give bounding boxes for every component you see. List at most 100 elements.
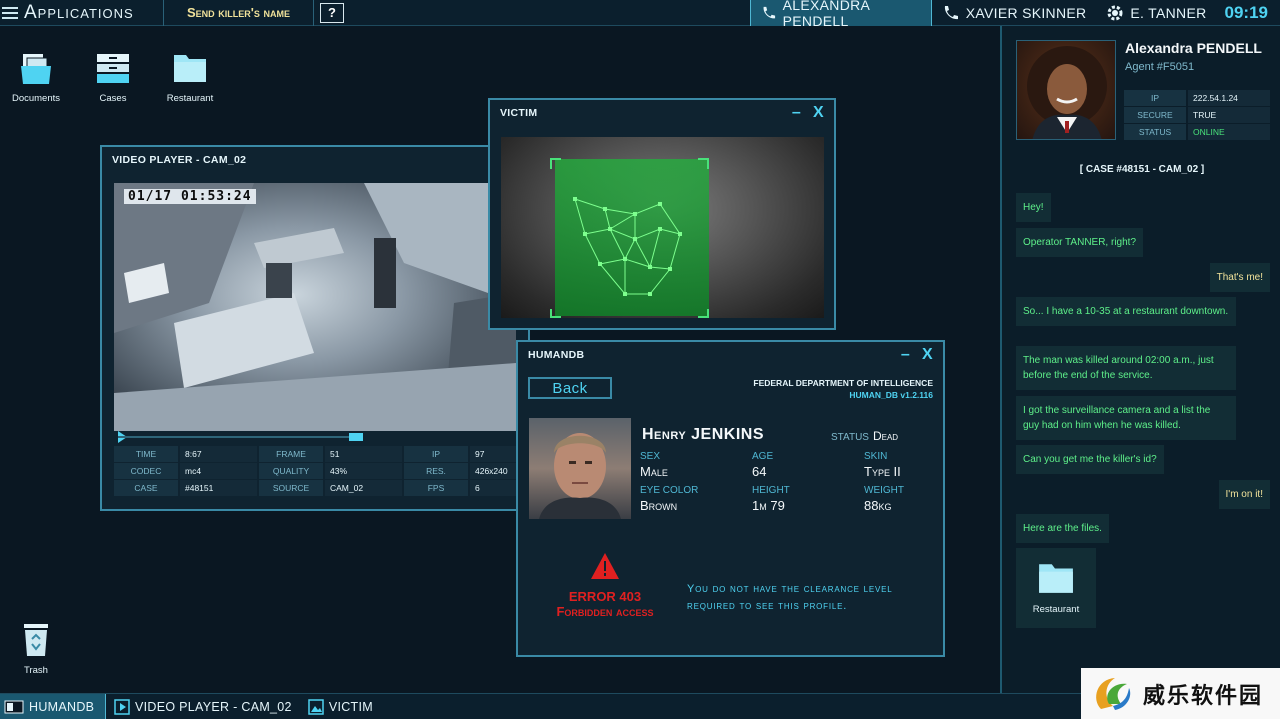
task-humandb[interactable]: HUMANDB [0,693,106,719]
phone-icon [763,6,775,19]
humandb-window[interactable]: HUMANDB – X Back FEDERAL DEPARTMENT OF I… [516,340,945,657]
agency-header: FEDERAL DEPARTMENT OF INTELLIGENCE HUMAN… [753,378,933,400]
field-eye-color: EYE COLOR Brown [640,485,698,513]
window-titlebar[interactable]: VIDEO PLAYER - CAM_02 [102,147,528,173]
person-name: Henry JENKINS [642,426,765,443]
window-title: HUMANDB [528,349,585,361]
chat-message: Hey! [1016,193,1051,222]
field-value: Brown [640,498,678,513]
clock: 09:19 [1224,3,1268,22]
person-photo [529,418,631,519]
cases-icon [97,54,129,83]
back-button[interactable]: Back [528,377,612,399]
contact-alexandra-pendell[interactable]: ALEXANDRA PENDELL [749,0,932,29]
help-button[interactable]: ? [320,2,344,23]
contact-xavier-skinner[interactable]: XAVIER SKINNER [932,0,1097,26]
field-value: 1m 79 [752,498,785,513]
status-value: Dead [872,429,899,443]
victim-photo [501,137,824,318]
field-key: WEIGHT [864,485,904,496]
info-key: STATUS [1124,124,1186,140]
error-code: ERROR 403 [568,589,642,604]
video-timestamp: 01/17 01:53:24 [124,189,256,204]
desktop-icon-label: Trash [24,665,48,676]
desktop-icon-label: Cases [99,93,127,104]
desktop-icon-cases[interactable]: Cases [78,50,148,104]
agent-avatar [1016,40,1116,140]
victim-window[interactable]: VICTIM – X [488,98,836,330]
task-label: VIDEO PLAYER - CAM_02 [135,699,292,714]
desktop-icon-restaurant[interactable]: Restaurant [155,50,225,104]
contact-name: ALEXANDRA PENDELL [782,0,870,29]
minimize-button[interactable]: – [901,346,910,364]
meta-key: CODEC [114,463,178,479]
agent-info-grid: IP 222.54.1.24 SECURE TRUE STATUS ONLINE [1124,90,1270,140]
meta-key: IP [404,446,468,462]
task-label: HUMANDB [29,699,95,714]
window-title: VICTIM [500,107,538,119]
field-skin: SKIN Type II [864,451,901,479]
cctv-video-frame[interactable]: 01/17 01:53:24 [114,183,516,431]
field-key: HEIGHT [752,485,790,496]
video-player-window[interactable]: VIDEO PLAYER - CAM_02 01/17 01:53:24 TIM… [100,145,547,511]
humandb-icon [4,700,24,713]
field-value: Type II [864,464,901,479]
clearance-message: You do not have the clearance level requ… [687,581,893,615]
hamburger-icon [2,6,18,19]
video-progress-handle[interactable] [349,433,364,441]
minimize-button[interactable]: – [792,104,801,122]
applications-menu-button[interactable]: Applications [0,0,164,26]
error-block: ERROR 403 Forbidden access [540,552,670,619]
info-value: 222.54.1.24 [1188,90,1270,106]
meta-key: RES. [404,463,468,479]
task-label: VICTIM [328,699,373,714]
window-titlebar[interactable]: VICTIM – X [490,100,834,126]
close-button[interactable]: X [922,346,933,364]
folder-icon [174,55,206,82]
info-key: SECURE [1124,107,1186,123]
meta-value: 43% [325,463,402,479]
video-progress-track[interactable] [118,436,354,438]
database-version: HUMAN_DB v1.2.116 [849,390,933,400]
info-value: TRUE [1188,107,1270,123]
chat-message: The man was killed around 02:00 a.m., ju… [1016,346,1236,390]
chat-file-restaurant[interactable]: Restaurant [1016,548,1096,628]
video-metadata-grid: TIME 8:67 FRAME 51 IP 97 CODEC mc4 QUALI… [114,446,547,496]
chat-message: Operator TANNER, right? [1016,228,1144,257]
meta-key: QUALITY [259,463,323,479]
field-value: Male [640,464,668,479]
field-age: AGE 64 [752,451,773,479]
close-button[interactable]: X [813,104,824,122]
contact-name: XAVIER SKINNER [965,5,1087,21]
watermark: 威乐软件园 [1081,668,1280,719]
desktop-icon-documents[interactable]: Documents [1,50,71,104]
chat-message: Can you get me the killer's id? [1016,445,1164,474]
chat-panel: Alexandra PENDELL Agent #F5051 IP 222.54… [1000,26,1280,693]
contact-e-tanner[interactable]: E. TANNER [1096,0,1216,26]
folder-icon [1039,564,1073,593]
file-label: Restaurant [1032,604,1080,615]
person-status: STATUS Dead [831,429,898,443]
field-value: 88kg [864,498,892,513]
trash-icon [24,624,48,656]
cctv-scene [114,183,516,431]
applications-label: Applications [24,1,134,23]
portrait [539,433,621,519]
window-titlebar[interactable]: HUMANDB – X [518,342,943,368]
gear-icon [1107,5,1123,21]
task-victim[interactable]: VICTIM [300,694,381,719]
field-height: HEIGHT 1m 79 [752,485,790,513]
contacts-bar: ALEXANDRA PENDELL XAVIER SKINNER E. TANN… [749,0,1280,29]
meta-key: CASE [114,480,178,496]
scan-corner-brackets [550,158,709,318]
clearance-line-2: required to see this profile. [687,600,848,612]
desktop-icon-trash[interactable]: Trash [1,622,71,676]
info-value: ONLINE [1188,124,1270,140]
contact-name: E. TANNER [1130,5,1207,21]
video-icon [114,698,130,715]
send-killer-name-button[interactable]: Send killer's name [164,0,314,26]
task-video-player[interactable]: VIDEO PLAYER - CAM_02 [106,694,300,719]
meta-value: #48151 [180,480,257,496]
clearance-line-1: You do not have the clearance level [687,583,893,595]
error-text: Forbidden access [556,604,654,619]
